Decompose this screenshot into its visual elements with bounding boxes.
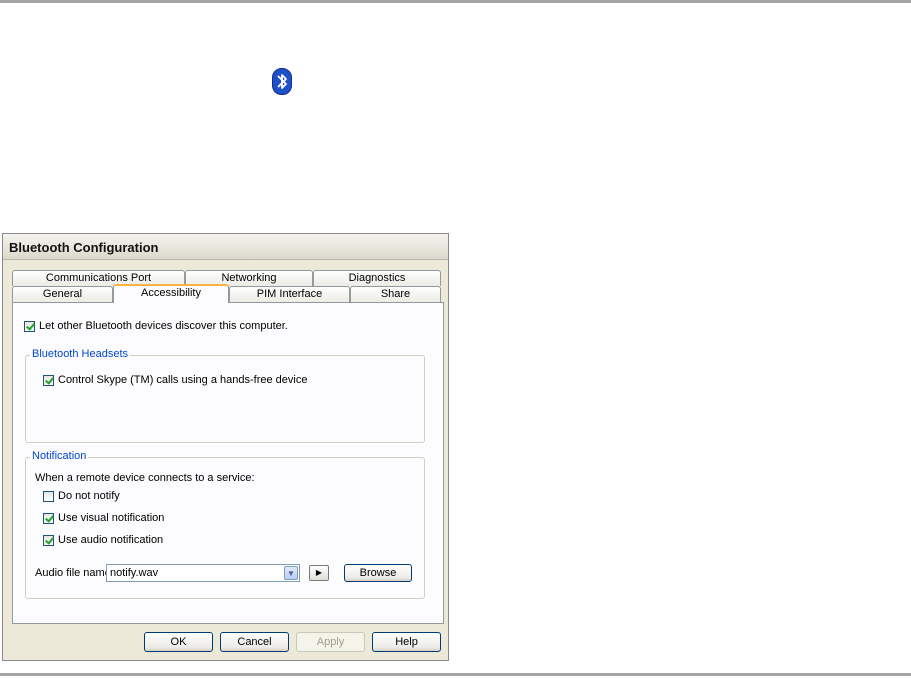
audio-file-label: Audio file name: bbox=[35, 567, 114, 579]
bottom-divider bbox=[0, 673, 911, 676]
tab-pim-interface[interactable]: PIM Interface bbox=[229, 286, 350, 302]
discover-checkbox[interactable] bbox=[24, 321, 35, 332]
tab-share[interactable]: Share bbox=[350, 286, 441, 302]
audio-file-select[interactable]: notify.wav ▼ bbox=[106, 564, 300, 582]
do-not-notify-label: Do not notify bbox=[58, 490, 120, 502]
visual-notification-checkbox[interactable] bbox=[43, 513, 54, 524]
visual-notification-label: Use visual notification bbox=[58, 512, 165, 524]
bluetooth-headsets-group bbox=[25, 355, 425, 443]
tab-diagnostics[interactable]: Diagnostics bbox=[313, 270, 441, 286]
dialog-title: Bluetooth Configuration bbox=[9, 240, 159, 255]
apply-button[interactable]: Apply bbox=[296, 632, 365, 652]
audio-notification-label: Use audio notification bbox=[58, 534, 164, 546]
top-divider bbox=[0, 0, 911, 3]
play-icon: ▶ bbox=[315, 568, 323, 577]
browse-button[interactable]: Browse bbox=[344, 564, 412, 582]
audio-file-value: notify.wav bbox=[110, 567, 159, 579]
skype-checkbox[interactable] bbox=[43, 375, 54, 386]
play-sound-button[interactable]: ▶ bbox=[309, 565, 329, 581]
notification-legend: Notification bbox=[30, 450, 89, 462]
discover-label: Let other Bluetooth devices discover thi… bbox=[39, 320, 288, 332]
notification-intro: When a remote device connects to a servi… bbox=[35, 472, 255, 484]
chevron-down-icon[interactable]: ▼ bbox=[284, 566, 298, 580]
bluetooth-icon bbox=[272, 68, 292, 95]
tab-general[interactable]: General bbox=[12, 286, 113, 302]
audio-notification-checkbox[interactable] bbox=[43, 535, 54, 546]
do-not-notify-checkbox[interactable] bbox=[43, 491, 54, 502]
tab-accessibility[interactable]: Accessibility bbox=[113, 284, 229, 303]
bluetooth-headsets-legend: Bluetooth Headsets bbox=[30, 348, 131, 360]
skype-label: Control Skype (TM) calls using a hands-f… bbox=[58, 374, 308, 386]
cancel-button[interactable]: Cancel bbox=[220, 632, 289, 652]
ok-button[interactable]: OK bbox=[144, 632, 213, 652]
dialog-titlebar: Bluetooth Configuration bbox=[3, 234, 448, 260]
help-button[interactable]: Help bbox=[372, 632, 441, 652]
